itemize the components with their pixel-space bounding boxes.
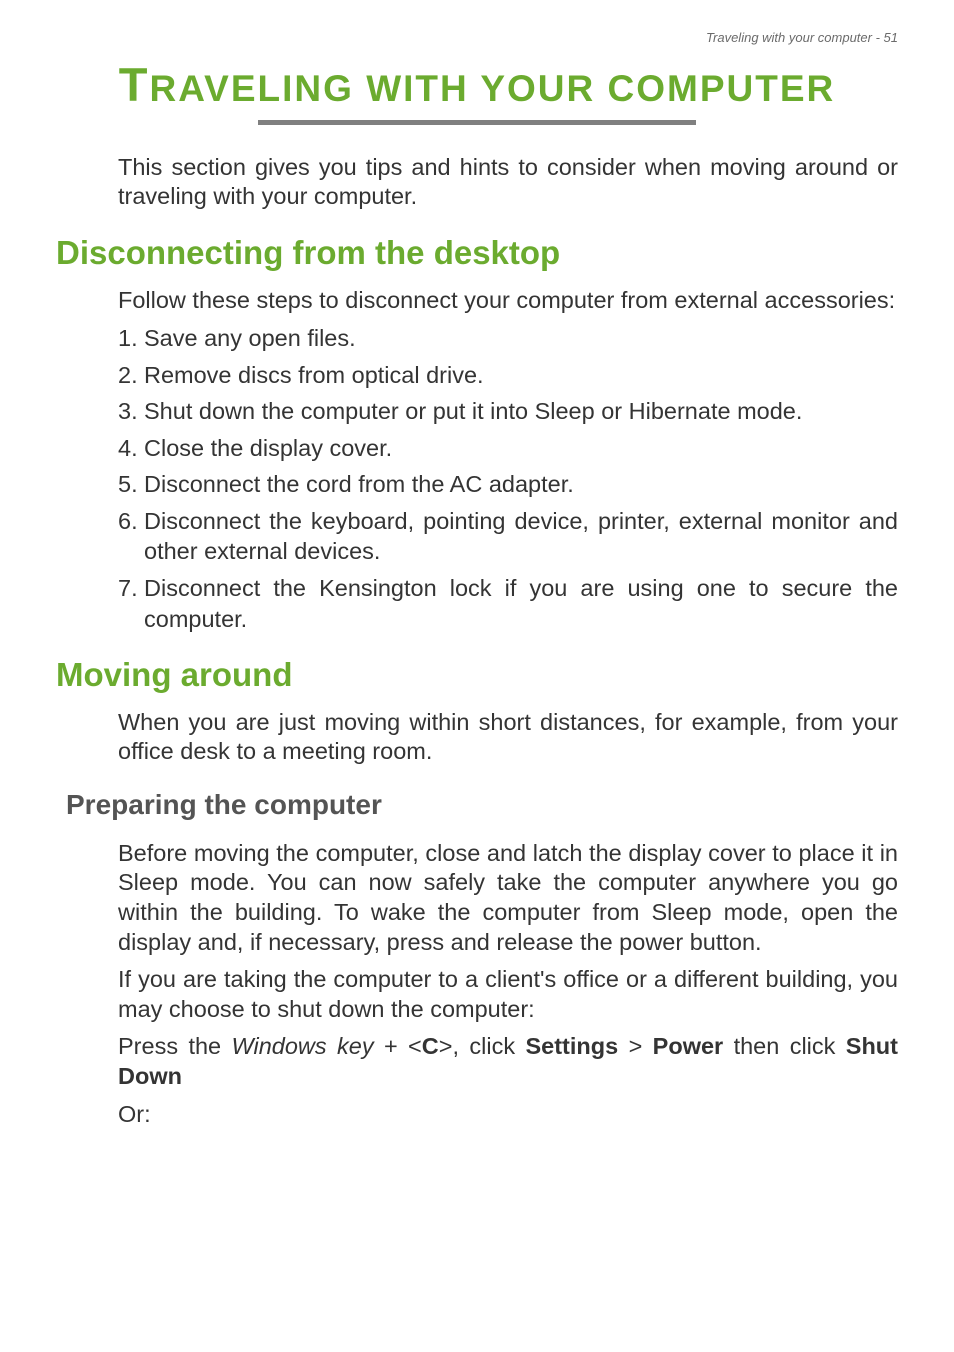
list-item: 7.Disconnect the Kensington lock if you … — [118, 573, 898, 634]
heading-preparing: Preparing the computer — [66, 789, 898, 821]
list-item-text: Disconnect the Kensington lock if you ar… — [144, 575, 898, 632]
moving-intro: When you are just moving within short di… — [118, 708, 898, 767]
heading-disconnecting: Disconnecting from the desktop — [56, 234, 898, 272]
list-item-text: Close the display cover. — [144, 435, 392, 461]
key-c: C — [422, 1033, 439, 1059]
list-item: 6.Disconnect the keyboard, pointing devi… — [118, 506, 898, 567]
windows-key-text: Windows key — [232, 1033, 374, 1059]
section-disconnecting: Disconnecting from the desktop Follow th… — [56, 234, 898, 634]
list-item-text: Disconnect the keyboard, pointing device… — [144, 508, 898, 565]
title-first-letter: T — [119, 58, 150, 111]
text-close-click: >, click — [439, 1033, 526, 1059]
text-press: Press the — [118, 1033, 232, 1059]
text-gt: > — [618, 1033, 652, 1059]
power-label: Power — [653, 1033, 724, 1059]
text-plus: + < — [374, 1033, 422, 1059]
text-then-click: then click — [723, 1033, 846, 1059]
list-item-text: Shut down the computer or put it into Sl… — [144, 398, 802, 424]
intro-paragraph: This section gives you tips and hints to… — [118, 153, 898, 212]
list-item: 5.Disconnect the cord from the AC adapte… — [118, 469, 898, 500]
section-preparing: Preparing the computer Before moving the… — [56, 789, 898, 1129]
title-underline — [258, 120, 696, 125]
preparing-para-1: Before moving the computer, close and la… — [118, 839, 898, 957]
list-item-text: Disconnect the cord from the AC adapter. — [144, 471, 574, 497]
heading-moving-around: Moving around — [56, 656, 898, 694]
list-item-text: Remove discs from optical drive. — [144, 362, 484, 388]
preparing-para-2: If you are taking the computer to a clie… — [118, 965, 898, 1024]
list-item: 4.Close the display cover. — [118, 433, 898, 464]
list-item-text: Save any open files. — [144, 325, 356, 351]
settings-label: Settings — [525, 1033, 618, 1059]
running-header: Traveling with your computer - 51 — [56, 30, 898, 45]
list-item: 1.Save any open files. — [118, 323, 898, 354]
title-rest: RAVELING WITH YOUR COMPUTER — [149, 68, 835, 109]
disconnect-intro: Follow these steps to disconnect your co… — [118, 286, 898, 315]
preparing-shortcut-line: Press the Windows key + <C>, click Setti… — [118, 1032, 898, 1091]
or-label: Or: — [118, 1100, 898, 1130]
list-item: 2.Remove discs from optical drive. — [118, 360, 898, 391]
page-title: TRAVELING WITH YOUR COMPUTER — [56, 57, 898, 112]
section-moving-around: Moving around When you are just moving w… — [56, 656, 898, 767]
list-item: 3.Shut down the computer or put it into … — [118, 396, 898, 427]
disconnect-steps: 1.Save any open files. 2.Remove discs fr… — [118, 323, 898, 634]
